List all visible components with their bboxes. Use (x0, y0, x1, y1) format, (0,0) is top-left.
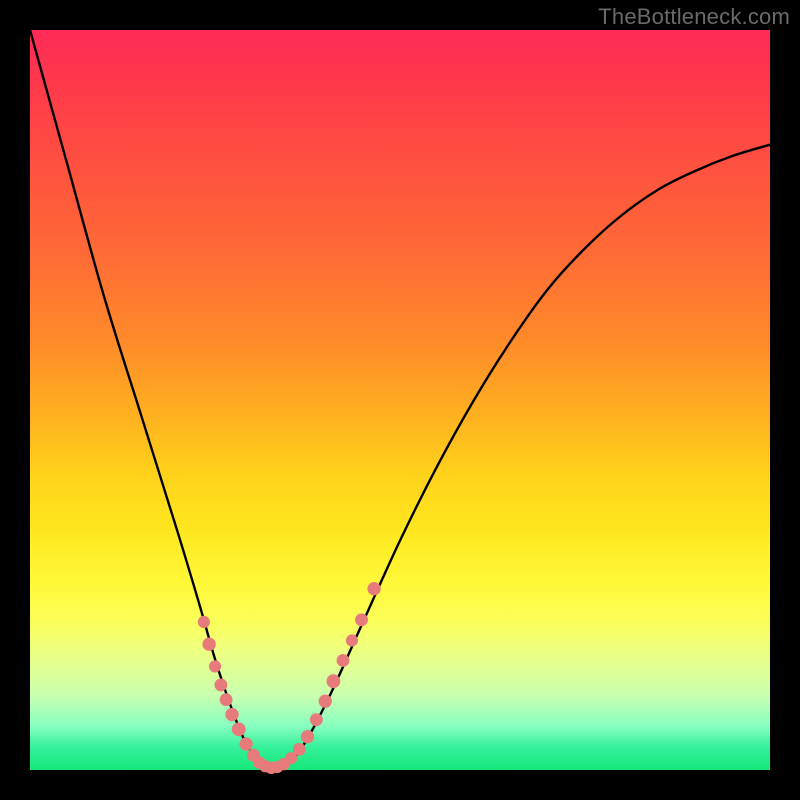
data-marker (209, 660, 221, 672)
data-marker (346, 634, 358, 646)
data-marker (225, 708, 238, 721)
data-marker (239, 737, 252, 750)
data-marker (355, 613, 368, 626)
data-marker (367, 582, 380, 595)
data-marker (326, 674, 340, 688)
data-marker (310, 713, 323, 726)
chart-frame: TheBottleneck.com (0, 0, 800, 800)
curve-layer (30, 30, 770, 770)
data-markers (198, 582, 381, 774)
watermark-text: TheBottleneck.com (598, 4, 790, 30)
data-marker (337, 654, 350, 667)
data-marker (220, 693, 233, 706)
bottleneck-curve (30, 30, 770, 770)
data-marker (319, 695, 332, 708)
data-marker (202, 638, 215, 651)
data-marker (232, 722, 246, 736)
plot-area (30, 30, 770, 770)
data-marker (301, 730, 314, 743)
data-marker (198, 616, 210, 628)
data-marker (215, 678, 228, 691)
data-marker (293, 743, 306, 756)
